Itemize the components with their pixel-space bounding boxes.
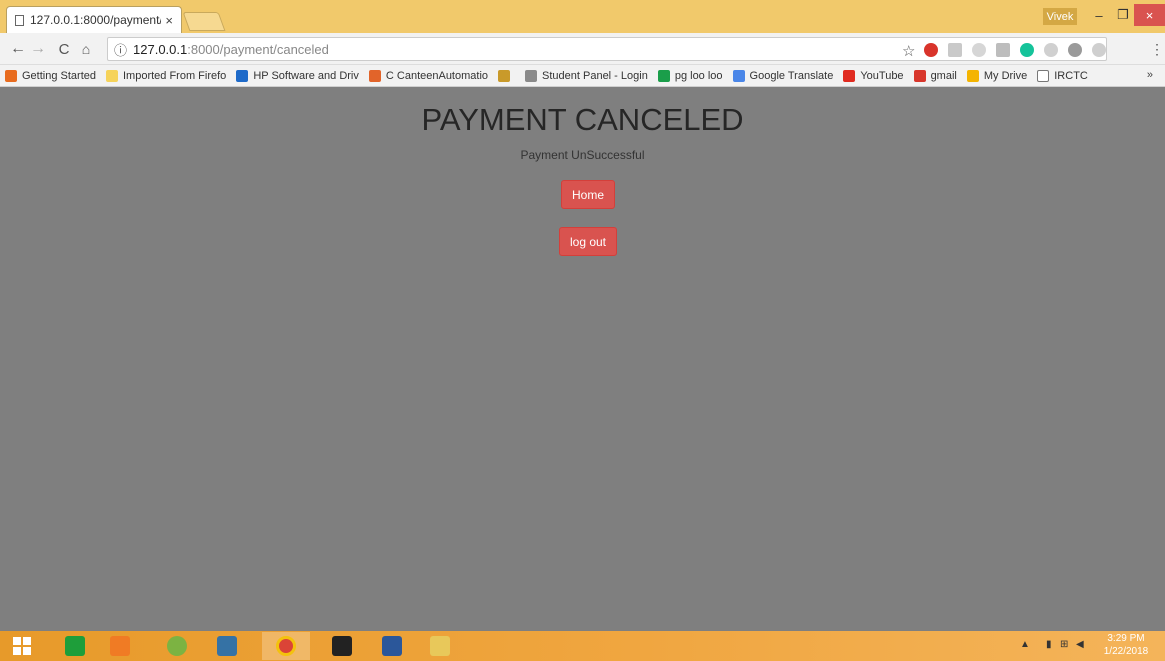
bookmark-label: Google Translate — [749, 69, 834, 82]
bookmark-label: HP Software and Driv — [253, 69, 359, 82]
bookmark-item[interactable] — [498, 69, 515, 82]
close-window-button[interactable]: × — [1134, 4, 1165, 26]
bookmark-icon — [913, 69, 926, 82]
bookmark-icon — [843, 69, 856, 82]
back-button[interactable]: ← — [8, 39, 28, 59]
bookmark-label: YouTube — [860, 69, 904, 82]
extension-icon[interactable] — [972, 43, 986, 57]
grammarly-extension-icon[interactable] — [1020, 43, 1034, 57]
python-taskbar-button[interactable] — [210, 632, 244, 660]
clock[interactable]: 3:29 PM 1/22/2018 — [1092, 632, 1160, 658]
word-icon — [382, 636, 402, 656]
uc-browser-taskbar-button[interactable] — [103, 632, 137, 660]
bookmarks-bar: Getting Started Imported From Firefo HP So… — [0, 65, 1165, 87]
store-taskbar-button[interactable] — [58, 632, 92, 660]
file-explorer-icon — [430, 636, 450, 656]
pycharm-icon — [332, 636, 352, 656]
logout-button[interactable]: log out — [559, 227, 617, 256]
word-taskbar-button[interactable] — [370, 632, 414, 660]
extension-icon[interactable] — [1068, 43, 1082, 57]
battery-icon[interactable]: ▮ — [1046, 639, 1052, 650]
home-icon[interactable]: ⌂ — [76, 39, 96, 59]
bookmark-item[interactable]: YouTube — [843, 69, 904, 82]
bookmark-icon — [1037, 69, 1050, 82]
pycharm-taskbar-button[interactable] — [320, 632, 364, 660]
tab-title: 127.0.0.1:8000/payment/ — [30, 13, 162, 27]
bookmark-star-icon[interactable]: ☆ — [902, 42, 915, 60]
bookmark-item[interactable]: C CanteenAutomatio — [368, 69, 489, 82]
adblock-extension-icon[interactable] — [924, 43, 938, 57]
extension-icon[interactable] — [948, 43, 962, 57]
bookmark-label: C CanteenAutomatio — [385, 69, 489, 82]
browser-title-bar: 127.0.0.1:8000/payment/ × Vivek – ❐ × — [0, 0, 1165, 33]
bookmark-icon — [525, 69, 538, 82]
url-path: :8000/payment/canceled — [187, 41, 329, 57]
bookmark-item[interactable]: IRCTC — [1037, 69, 1088, 82]
bookmark-item[interactable]: Google Translate — [732, 69, 834, 82]
bookmark-icon — [657, 69, 670, 82]
bookmark-label: Getting Started — [22, 69, 96, 82]
extension-icon[interactable] — [1044, 43, 1058, 57]
status-message: Payment UnSuccessful — [520, 148, 645, 162]
bookmark-item[interactable]: Getting Started — [5, 69, 96, 82]
browser-toolbar: ← → C ⌂ ⓘ 127.0.0.1:8000/payment/cancele… — [0, 33, 1165, 65]
new-tab-button[interactable] — [182, 12, 226, 31]
forward-button[interactable]: → — [28, 39, 48, 59]
bookmark-item[interactable]: Student Panel - Login — [525, 69, 648, 82]
extension-icon[interactable] — [1092, 43, 1106, 57]
bookmark-icon — [368, 69, 381, 82]
bookmark-label: pg loo loo — [674, 69, 723, 82]
tab-close-button[interactable]: × — [165, 13, 173, 28]
bookmark-label: gmail — [930, 69, 957, 82]
bookmark-label: My Drive — [983, 69, 1028, 82]
python-icon — [217, 636, 237, 656]
bookmark-item[interactable]: gmail — [913, 69, 957, 82]
store-icon — [65, 636, 85, 656]
chrome-taskbar-button[interactable] — [262, 632, 310, 660]
profile-button[interactable]: Vivek — [1043, 8, 1077, 25]
home-button[interactable]: Home — [561, 180, 615, 209]
clock-date: 1/22/2018 — [1103, 646, 1149, 657]
info-icon[interactable]: ⓘ — [114, 40, 127, 59]
menu-icon[interactable]: ⋮ — [1150, 41, 1164, 58]
chrome-icon — [276, 636, 296, 656]
bookmark-label: Imported From Firefo — [123, 69, 227, 82]
start-button[interactable] — [8, 632, 36, 660]
bookmark-item[interactable]: HP Software and Driv — [236, 69, 359, 82]
page-title: PAYMENT CANCELED — [421, 102, 744, 137]
bookmark-icon — [106, 69, 118, 82]
tray-chevron-icon[interactable]: ▲ — [1020, 639, 1030, 650]
page-content: PAYMENT CANCELED Payment UnSuccessful Ho… — [0, 88, 1165, 631]
bookmark-icon — [498, 69, 511, 82]
bookmarks-overflow-button[interactable]: » — [1147, 69, 1153, 81]
minimize-button[interactable]: – — [1086, 4, 1112, 26]
document-icon — [15, 14, 24, 26]
bookmark-item[interactable]: Imported From Firefo — [106, 69, 227, 82]
bookmark-icon — [966, 69, 979, 82]
bookmark-icon — [5, 69, 17, 82]
bookmark-item[interactable]: pg loo loo — [657, 69, 723, 82]
android-studio-icon — [167, 636, 187, 656]
gmail-extension-icon[interactable] — [996, 43, 1010, 57]
bookmark-label: IRCTC — [1054, 69, 1088, 82]
browser-tab[interactable]: 127.0.0.1:8000/payment/ × — [6, 6, 182, 33]
android-studio-taskbar-button[interactable] — [160, 632, 194, 660]
maximize-button[interactable]: ❐ — [1112, 4, 1134, 26]
windows-taskbar: ▲ ▮ ⊞ ◀ 3:29 PM 1/22/2018 — [0, 631, 1165, 661]
file-explorer-taskbar-button[interactable] — [420, 632, 460, 660]
network-icon[interactable]: ⊞ — [1060, 639, 1068, 650]
reload-button[interactable]: C — [54, 39, 74, 59]
bookmark-icon — [732, 69, 745, 82]
uc-browser-icon — [110, 636, 130, 656]
bookmark-icon — [236, 69, 249, 82]
bookmark-item[interactable]: My Drive — [966, 69, 1028, 82]
url-host: 127.0.0.1 — [133, 41, 188, 57]
windows-logo-icon — [13, 637, 31, 655]
volume-icon[interactable]: ◀ — [1076, 639, 1084, 650]
clock-time: 3:29 PM — [1107, 633, 1145, 644]
bookmark-label: Student Panel - Login — [542, 69, 648, 82]
